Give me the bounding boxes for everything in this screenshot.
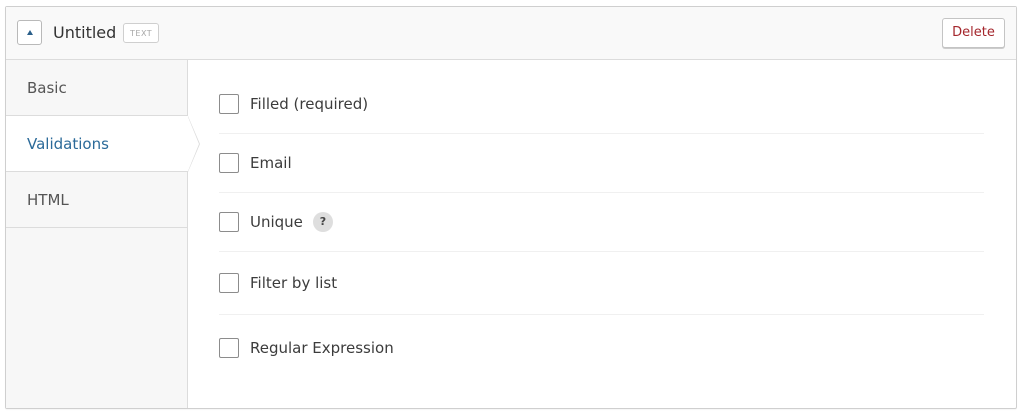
field-type-badge: TEXT [123,23,160,43]
list-item: Filled (required) [219,75,984,134]
filled-required-label: Filled (required) [250,95,369,113]
filter-by-list-label: Filter by list [250,274,338,292]
unique-label: Unique [250,213,303,231]
email-label: Email [250,154,292,172]
question-icon[interactable]: ? [313,212,333,232]
list-item: Unique ? [219,193,984,252]
delete-button[interactable]: Delete [942,18,1005,48]
unique-checkbox[interactable] [219,212,239,232]
list-item: Email [219,134,984,193]
filled-required-checkbox[interactable] [219,94,239,114]
settings-tabs: Basic Validations HTML [6,60,200,408]
tab-html[interactable]: HTML [6,172,187,228]
filter-by-list-checkbox[interactable] [219,273,239,293]
collapse-button[interactable] [17,20,42,45]
validations-content: Filled (required) Email Unique ? Filter … [188,60,1016,408]
email-checkbox[interactable] [219,153,239,173]
regular-expression-label: Regular Expression [250,339,394,357]
field-title: Untitled [53,23,117,42]
tab-basic[interactable]: Basic [6,60,187,116]
regular-expression-checkbox[interactable] [219,338,239,358]
field-panel: Untitled TEXT Delete Basic Validations H… [5,6,1017,409]
list-item: Filter by list [219,252,984,315]
list-item: Regular Expression [219,316,984,380]
field-header: Untitled TEXT Delete [6,7,1016,60]
tab-validations[interactable]: Validations [6,116,200,172]
triangle-up-icon [27,30,33,35]
